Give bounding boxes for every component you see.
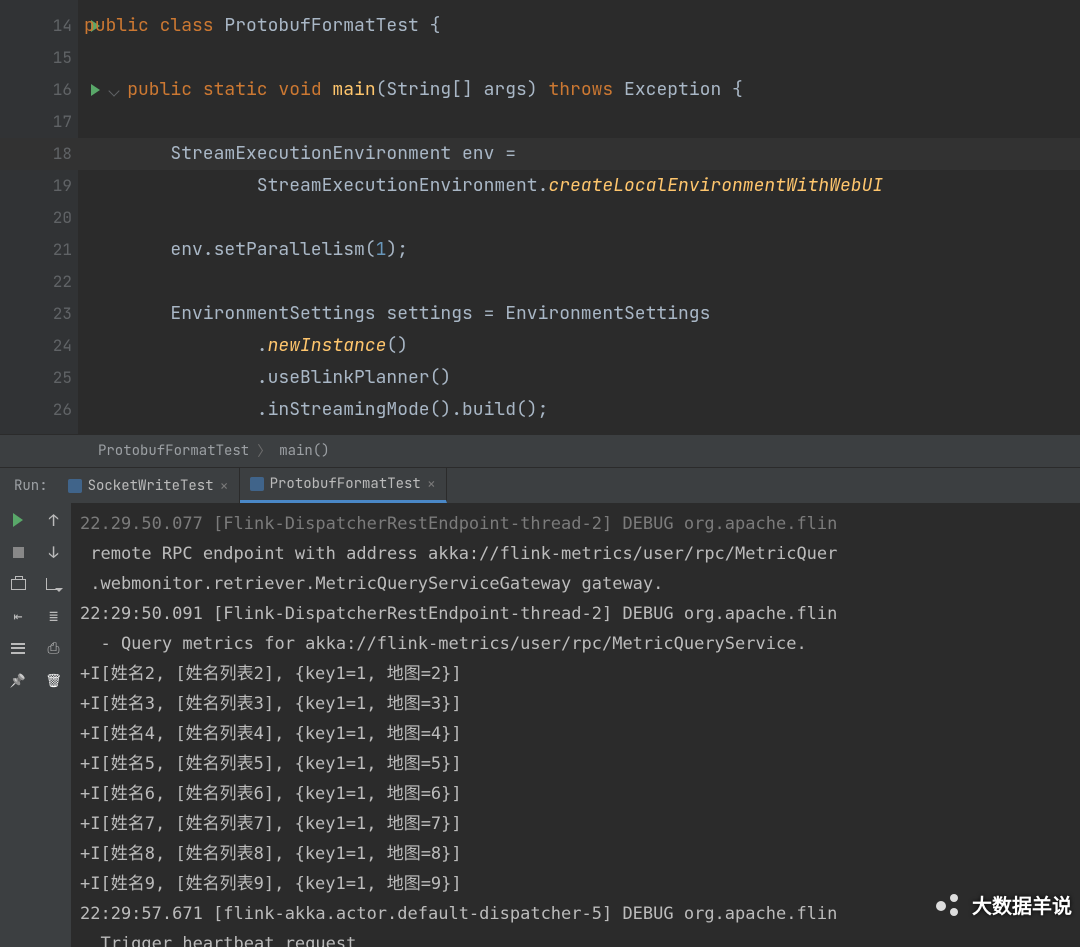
console-line: 22:29:57.671 [flink-akka.actor.default-d… <box>80 899 1080 929</box>
console-line: .webmonitor.retriever.MetricQueryService… <box>80 569 1080 599</box>
console-line: +I[姓名4, [姓名列表4], {key1=1, 地图=4}] <box>80 719 1080 749</box>
line-number[interactable]: 21 <box>0 234 78 266</box>
watermark-text: 大数据羊说 <box>972 890 1072 919</box>
breadcrumb-method[interactable]: main() <box>271 442 337 460</box>
code-area[interactable]: public class ProtobufFormatTest { public… <box>78 0 1080 434</box>
run-tools-left <box>0 503 36 947</box>
code-line[interactable]: .newInstance() <box>78 330 1080 362</box>
run-tabs: SocketWriteTest × ProtobufFormatTest × <box>58 468 447 503</box>
scroll-to-end-icon[interactable] <box>45 607 63 625</box>
ide-window: 14151617181920212223242526 public class … <box>0 0 1080 947</box>
code-line[interactable]: .inStreamingMode().build(); <box>78 394 1080 426</box>
up-stack-icon[interactable] <box>45 511 63 529</box>
console-line: +I[姓名6, [姓名列表6], {key1=1, 地图=6}] <box>80 779 1080 809</box>
close-icon[interactable]: × <box>220 476 229 496</box>
line-number[interactable]: 17 <box>0 106 78 138</box>
code-line[interactable]: env.setParallelism(1); <box>78 234 1080 266</box>
run-tab[interactable]: SocketWriteTest × <box>58 468 240 503</box>
breadcrumb-sep: 〉 <box>257 441 271 461</box>
code-line[interactable]: .useBlinkPlanner() <box>78 362 1080 394</box>
line-number[interactable]: 18 <box>0 138 78 170</box>
line-number[interactable]: 19 <box>0 170 78 202</box>
line-number[interactable]: 23 <box>0 298 78 330</box>
line-number[interactable]: 25 <box>0 362 78 394</box>
breadcrumb-class[interactable]: ProtobufFormatTest <box>90 442 257 460</box>
line-number[interactable]: 15 <box>0 42 78 74</box>
wechat-icon <box>936 892 966 918</box>
code-line[interactable] <box>78 42 1080 74</box>
code-line[interactable]: StreamExecutionEnvironment env = <box>78 138 1080 170</box>
run-tab[interactable]: ProtobufFormatTest × <box>240 468 447 503</box>
run-label: Run: <box>0 468 58 503</box>
console-line: +I[姓名7, [姓名列表7], {key1=1, 地图=7}] <box>80 809 1080 839</box>
layout-icon[interactable] <box>9 639 27 657</box>
print-icon[interactable] <box>45 639 63 657</box>
rerun-icon[interactable] <box>9 511 27 529</box>
run-tab-label: ProtobufFormatTest <box>270 475 421 493</box>
console-line: +I[姓名9, [姓名列表9], {key1=1, 地图=9}] <box>80 869 1080 899</box>
line-number[interactable]: 16 <box>0 74 78 106</box>
console-line: +I[姓名8, [姓名列表8], {key1=1, 地图=8}] <box>80 839 1080 869</box>
line-number[interactable]: 14 <box>0 10 78 42</box>
clear-all-icon[interactable] <box>45 671 63 689</box>
run-tools-right <box>36 503 72 947</box>
console-line: 22.29.50.077 [Flink-DispatcherRestEndpoi… <box>80 509 1080 539</box>
run-panel: 22.29.50.077 [Flink-DispatcherRestEndpoi… <box>0 503 1080 947</box>
console-line: +I[姓名2, [姓名列表2], {key1=1, 地图=2}] <box>80 659 1080 689</box>
console-line: 22:29:50.091 [Flink-DispatcherRestEndpoi… <box>80 599 1080 629</box>
console-line: Trigger heartbeat request <box>80 929 1080 947</box>
code-line[interactable]: StreamExecutionEnvironment.createLocalEn… <box>78 170 1080 202</box>
run-tabs-bar: Run: SocketWriteTest × ProtobufFormatTest × <box>0 468 1080 503</box>
code-line[interactable]: EnvironmentSettings settings = Environme… <box>78 298 1080 330</box>
code-line[interactable]: public class ProtobufFormatTest { <box>78 10 1080 42</box>
console-line: remote RPC endpoint with address akka://… <box>80 539 1080 569</box>
screenshot-icon[interactable] <box>9 575 27 593</box>
code-editor[interactable]: 14151617181920212223242526 public class … <box>0 0 1080 434</box>
code-line[interactable] <box>78 202 1080 234</box>
file-icon <box>68 479 82 493</box>
pin-icon[interactable] <box>9 671 27 689</box>
code-line[interactable]: public static void main(String[] args) t… <box>78 74 1080 106</box>
line-number[interactable]: 26 <box>0 394 78 426</box>
code-line[interactable] <box>78 266 1080 298</box>
exit-icon[interactable] <box>9 607 27 625</box>
line-number[interactable]: 22 <box>0 266 78 298</box>
close-icon[interactable]: × <box>427 474 436 494</box>
run-tab-label: SocketWriteTest <box>88 477 214 495</box>
line-number[interactable]: 24 <box>0 330 78 362</box>
console-output[interactable]: 22.29.50.077 [Flink-DispatcherRestEndpoi… <box>72 503 1080 947</box>
breadcrumb[interactable]: ProtobufFormatTest 〉 main() <box>0 434 1080 468</box>
line-number[interactable]: 20 <box>0 202 78 234</box>
console-line: +I[姓名5, [姓名列表5], {key1=1, 地图=5}] <box>80 749 1080 779</box>
console-line: +I[姓名3, [姓名列表3], {key1=1, 地图=3}] <box>80 689 1080 719</box>
console-line: - Query metrics for akka://flink-metrics… <box>80 629 1080 659</box>
stop-icon[interactable] <box>9 543 27 561</box>
down-stack-icon[interactable] <box>45 543 63 561</box>
watermark: 大数据羊说 <box>936 890 1072 919</box>
code-line[interactable] <box>78 106 1080 138</box>
file-icon <box>250 477 264 491</box>
line-gutter[interactable]: 14151617181920212223242526 <box>0 0 78 434</box>
soft-wrap-icon[interactable] <box>45 575 63 593</box>
